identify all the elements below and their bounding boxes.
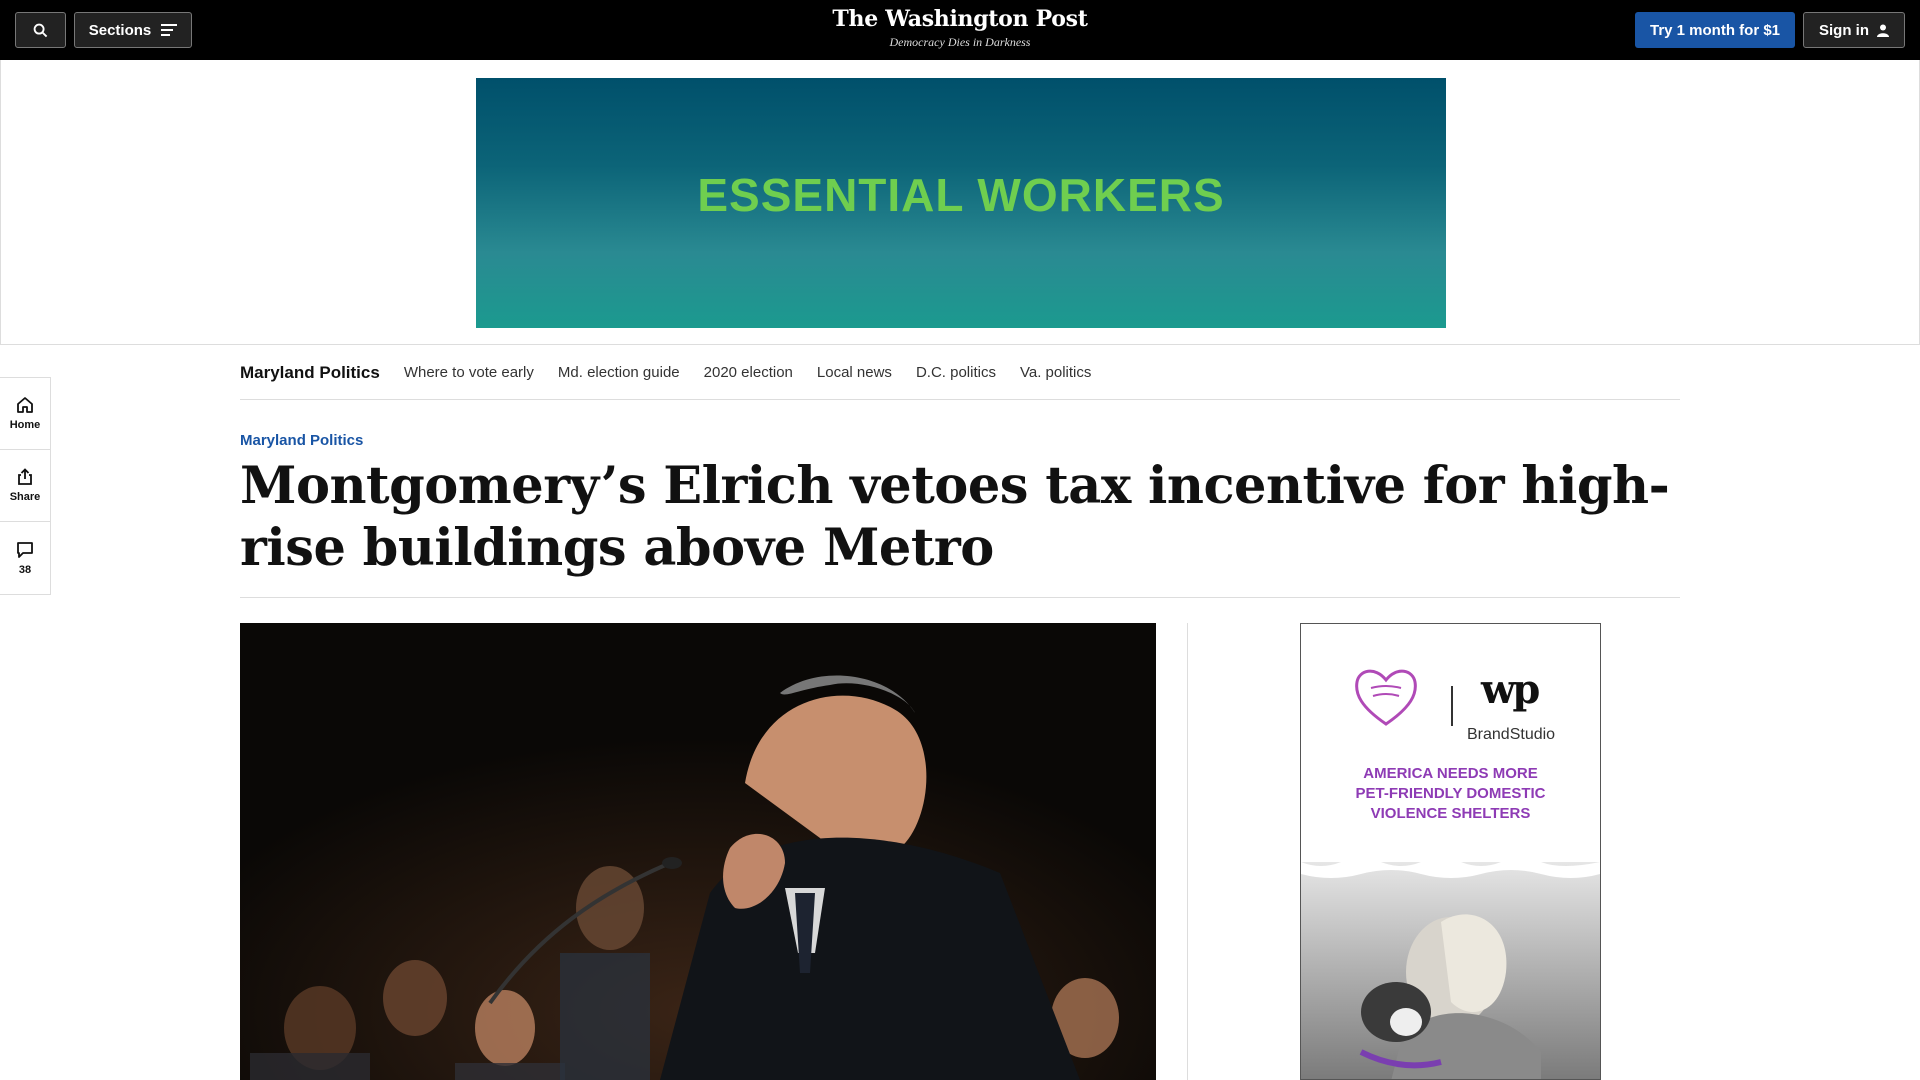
sections-label: Sections <box>88 21 152 39</box>
top-ad-container: ESSENTIAL WORKERS <box>0 60 1920 345</box>
home-label: Home <box>9 419 41 431</box>
section-nav-link-va-politics[interactable]: Va. politics <box>1020 364 1091 381</box>
site-logo[interactable]: The Washington Post Democracy Dies in Da… <box>760 6 1160 50</box>
subscribe-button[interactable]: Try 1 month for $1 <box>1635 12 1795 48</box>
logo-wordmark: The Washington Post <box>832 6 1088 32</box>
user-icon <box>1877 24 1889 37</box>
sidebar-ad-line-2: PET-FRIENDLY DOMESTIC <box>1355 785 1546 802</box>
section-nav-title[interactable]: Maryland Politics <box>240 363 380 383</box>
section-nav-link-local-news[interactable]: Local news <box>817 364 892 381</box>
article-kicker[interactable]: Maryland Politics <box>240 432 363 449</box>
top-ad-banner[interactable]: ESSENTIAL WORKERS <box>476 78 1446 328</box>
comment-count: 38 <box>18 563 32 576</box>
top-ad-text: ESSENTIAL WORKERS <box>697 169 1225 221</box>
search-icon <box>33 23 48 37</box>
share-button[interactable]: Share <box>0 450 50 522</box>
section-nav-link-dc-politics[interactable]: D.C. politics <box>916 364 996 381</box>
section-nav-link-vote-early[interactable]: Where to vote early <box>404 364 534 381</box>
menu-icon <box>161 24 178 36</box>
sections-button[interactable]: Sections <box>74 12 192 48</box>
brandstudio-label: BrandStudio <box>1467 726 1556 743</box>
section-nav-link-election-guide[interactable]: Md. election guide <box>558 364 680 381</box>
woman-with-dog-image <box>1301 858 1600 1079</box>
left-action-rail: Home Share 38 <box>0 377 51 595</box>
purple-leash-logo <box>1351 662 1421 737</box>
lead-photo-image <box>240 623 1156 1080</box>
search-button[interactable] <box>15 12 66 48</box>
sidebar-ad[interactable]: wp BrandStudio AMERICA NEEDS MORE PET-FR… <box>1300 623 1601 1080</box>
top-navigation-bar: Sections The Washington Post Democracy D… <box>0 0 1920 60</box>
section-navigation: Maryland Politics Where to vote early Md… <box>240 346 1680 400</box>
sidebar-ad-photo <box>1301 858 1600 1079</box>
lead-photo[interactable] <box>240 623 1156 1080</box>
article-headline: Montgomery’s Elrich vetoes tax incentive… <box>240 456 1670 578</box>
heart-icon <box>1355 669 1417 726</box>
sign-in-button[interactable]: Sign in <box>1803 12 1905 48</box>
column-divider <box>1187 623 1188 1080</box>
sign-in-label: Sign in <box>1819 21 1869 39</box>
wp-monogram: wp <box>1481 666 1540 713</box>
section-nav-link-2020-election[interactable]: 2020 election <box>704 364 793 381</box>
comments-button[interactable]: 38 <box>0 522 50 594</box>
home-button[interactable]: Home <box>0 378 50 450</box>
logo-tagline: Democracy Dies in Darkness <box>889 35 1031 49</box>
sidebar-ad-headline: AMERICA NEEDS MORE PET-FRIENDLY DOMESTIC… <box>1301 764 1600 824</box>
share-icon <box>18 468 32 485</box>
share-label: Share <box>9 491 41 503</box>
header-divider <box>240 597 1680 598</box>
ad-divider <box>1451 686 1453 726</box>
home-icon <box>17 397 33 413</box>
comment-icon <box>17 541 33 558</box>
sidebar-ad-line-3: VIOLENCE SHELTERS <box>1370 805 1531 822</box>
sidebar-ad-line-1: AMERICA NEEDS MORE <box>1363 765 1538 782</box>
